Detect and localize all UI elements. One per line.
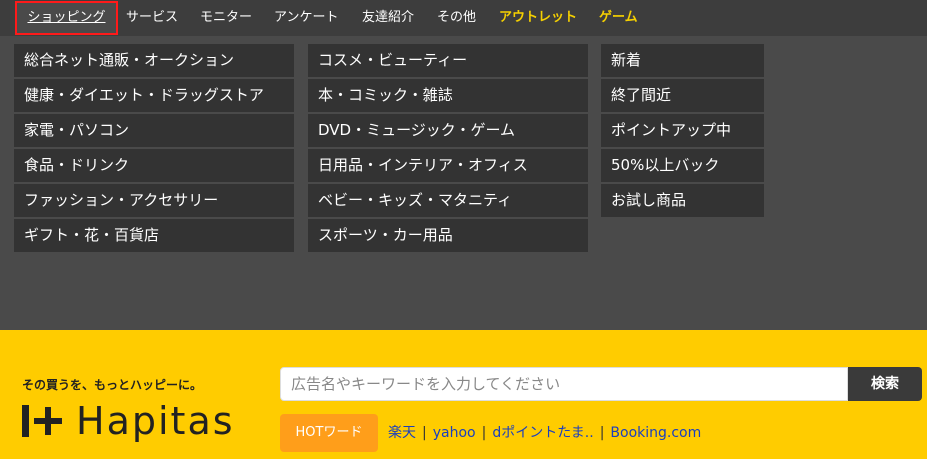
nav-tab-game[interactable]: ゲーム xyxy=(599,0,638,36)
separator: | xyxy=(422,425,427,441)
menu-item-trial[interactable]: お試し商品 xyxy=(601,184,764,217)
menu-item-sports-car[interactable]: スポーツ・カー用品 xyxy=(308,219,588,252)
nav-tab-shopping-label: ショッピング xyxy=(27,10,106,25)
nav-tab-shopping[interactable]: ショッピング xyxy=(15,1,118,35)
menu-column-features: 新着 終了間近 ポイントアップ中 50%以上バック お試し商品 xyxy=(601,44,764,219)
menu-item-point-up[interactable]: ポイントアップ中 xyxy=(601,114,764,147)
hapitas-logo[interactable]: Hapitas xyxy=(20,400,235,442)
shopping-dropdown-menu: 総合ネット通販・オークション 健康・ダイエット・ドラッグストア 家電・パソコン … xyxy=(0,36,927,330)
nav-tab-monitor[interactable]: モニター xyxy=(200,0,252,36)
logo-text: Hapitas xyxy=(76,399,235,443)
menu-item-food-drink[interactable]: 食品・ドリンク xyxy=(14,149,294,182)
separator: | xyxy=(599,425,605,441)
menu-column-categories: 総合ネット通販・オークション 健康・ダイエット・ドラッグストア 家電・パソコン … xyxy=(14,44,294,254)
nav-tab-other[interactable]: その他 xyxy=(437,0,476,36)
menu-item-general-shopping[interactable]: 総合ネット通販・オークション xyxy=(14,44,294,77)
site-header-bar: その買うを、もっとハッピーに。 Hapitas 検索 HOTワード 楽天 | yah… xyxy=(0,330,927,459)
menu-item-daily-goods[interactable]: 日用品・インテリア・オフィス xyxy=(308,149,588,182)
menu-item-fashion[interactable]: ファッション・アクセサリー xyxy=(14,184,294,217)
menu-item-books[interactable]: 本・コミック・雑誌 xyxy=(308,79,588,112)
hapitas-logo-mark-icon xyxy=(22,405,62,437)
hot-word-link[interactable]: 楽天 xyxy=(388,425,416,441)
menu-item-ending-soon[interactable]: 終了間近 xyxy=(601,79,764,112)
top-nav: ショッピング サービス モニター アンケート 友達紹介 その他 アウトレット ゲ… xyxy=(0,0,927,36)
menu-item-50-percent-back[interactable]: 50%以上バック xyxy=(601,149,764,182)
nav-tab-outlet[interactable]: アウトレット xyxy=(499,0,577,36)
nav-tab-invite-friends[interactable]: 友達紹介 xyxy=(362,0,414,36)
hot-word-link[interactable]: dポイントたま.. xyxy=(492,425,593,441)
menu-item-new[interactable]: 新着 xyxy=(601,44,764,77)
hot-words-badge: HOTワード xyxy=(280,414,378,452)
hot-words-list: 楽天 | yahoo | dポイントたま.. | Booking.com xyxy=(388,414,701,452)
search-box xyxy=(280,367,848,401)
menu-item-dvd-music[interactable]: DVD・ミュージック・ゲーム xyxy=(308,114,588,147)
separator: | xyxy=(481,425,487,441)
menu-column-categories-2: コスメ・ビューティー 本・コミック・雑誌 DVD・ミュージック・ゲーム 日用品・… xyxy=(308,44,588,254)
hot-word-link[interactable]: Booking.com xyxy=(610,425,701,441)
hot-word-link[interactable]: yahoo xyxy=(433,425,476,441)
menu-item-health-diet[interactable]: 健康・ダイエット・ドラッグストア xyxy=(14,79,294,112)
nav-tab-service[interactable]: サービス xyxy=(126,0,178,36)
nav-tab-survey[interactable]: アンケート xyxy=(274,0,338,36)
search-button[interactable]: 検索 xyxy=(848,367,922,401)
menu-item-gift-flowers[interactable]: ギフト・花・百貨店 xyxy=(14,219,294,252)
search-input[interactable] xyxy=(281,368,847,400)
menu-item-baby-kids[interactable]: ベビー・キッズ・マタニティ xyxy=(308,184,588,217)
menu-item-cosmetics[interactable]: コスメ・ビューティー xyxy=(308,44,588,77)
menu-item-electronics[interactable]: 家電・パソコン xyxy=(14,114,294,147)
tagline: その買うを、もっとハッピーに。 xyxy=(22,378,203,392)
